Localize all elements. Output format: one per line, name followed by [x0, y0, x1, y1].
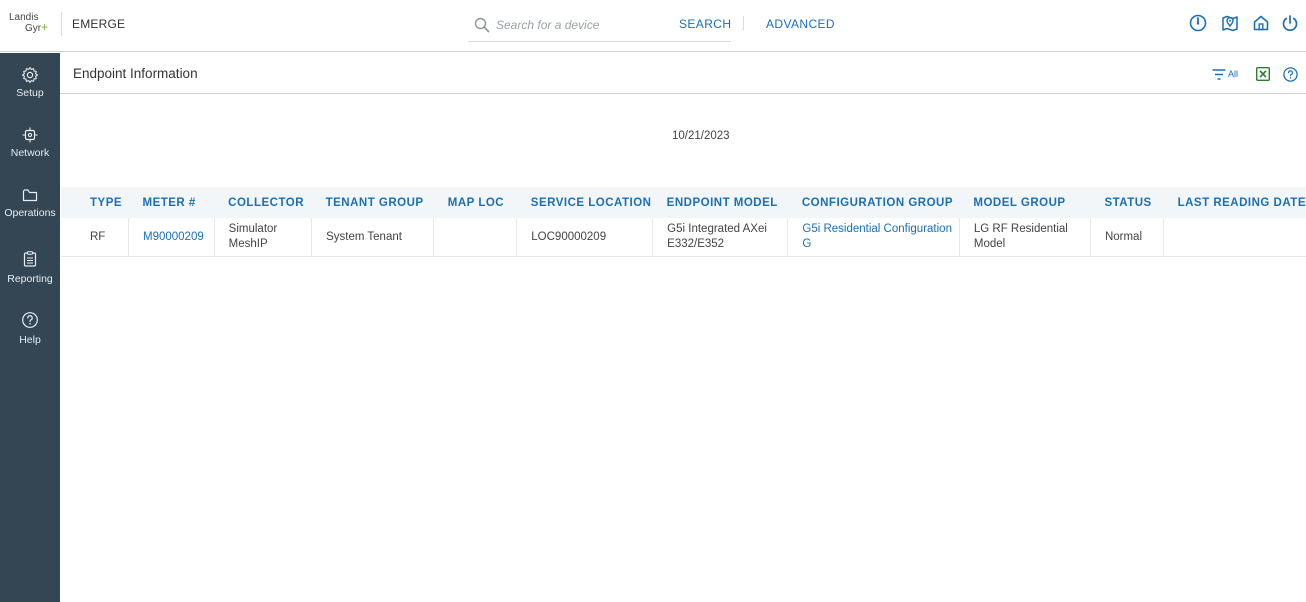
cell-collector: Simulator MeshIP — [214, 218, 313, 257]
header-separator — [743, 16, 744, 30]
search-icon — [474, 17, 490, 33]
logo-plus: + — [41, 20, 49, 34]
column-header-tenant-group[interactable]: TENANT GROUP — [311, 187, 434, 218]
sidebar-item-operations[interactable]: Operations — [0, 175, 60, 235]
cell-endpoint-model: G5i Integrated AXei E332/E352 — [652, 218, 789, 257]
landis-gyr-logo[interactable]: Landis Gyr+ — [8, 12, 52, 38]
power-icon[interactable] — [1280, 13, 1300, 33]
app-name: EMERGE — [72, 17, 126, 31]
column-header-endpoint-model[interactable]: ENDPOINT MODEL — [652, 187, 788, 218]
column-header-service-location[interactable]: SERVICE LOCATION — [516, 187, 653, 218]
column-header-status[interactable]: STATUS — [1090, 187, 1164, 218]
filter-label: All — [1228, 69, 1239, 79]
cell-model-group: LG RF Residential Model — [959, 218, 1091, 257]
search-button[interactable]: SEARCH — [679, 17, 731, 31]
folder-icon — [22, 189, 38, 202]
sidebar-label-setup: Setup — [16, 87, 44, 99]
dashboard-gauge-icon[interactable] — [1188, 13, 1208, 33]
column-header-collector[interactable]: COLLECTOR — [214, 187, 312, 218]
column-header-configuration-group[interactable]: CONFIGURATION GROUP — [787, 187, 960, 218]
logo-line2: Gyr — [25, 23, 42, 34]
question-circle-icon — [22, 312, 38, 328]
help-icon[interactable] — [1283, 67, 1298, 82]
gear-icon — [21, 66, 39, 84]
sidebar: Setup Network Operations Reporting Help — [0, 53, 60, 602]
sidebar-label-help: Help — [19, 334, 41, 346]
cell-map-loc — [433, 218, 518, 257]
column-header-type[interactable]: TYPE — [61, 187, 129, 218]
cell-configuration-group-link[interactable]: G5i Residential Configuration G — [787, 218, 960, 257]
map-pin-icon[interactable] — [1220, 13, 1240, 33]
page-title-bar: Endpoint Information All — [60, 53, 1306, 94]
advanced-search-button[interactable]: ADVANCED — [766, 17, 835, 31]
filter-icon — [1212, 69, 1226, 80]
cell-last-reading-date — [1163, 218, 1306, 257]
table-header-row: TYPE METER # COLLECTOR TENANT GROUP MAP … — [61, 187, 1306, 218]
sidebar-item-reporting[interactable]: Reporting — [0, 241, 60, 301]
cell-service-location: LOC90000209 — [516, 218, 654, 257]
column-header-model-group[interactable]: MODEL GROUP — [959, 187, 1091, 218]
home-icon[interactable] — [1251, 13, 1271, 33]
sidebar-item-setup[interactable]: Setup — [0, 55, 60, 115]
sidebar-item-network[interactable]: Network — [0, 115, 60, 175]
excel-export-icon[interactable] — [1256, 67, 1270, 81]
top-header: Landis Gyr+ EMERGE SEARCH ADVANCED — [0, 0, 1306, 52]
column-header-map-loc[interactable]: MAP LOC — [433, 187, 517, 218]
cell-status: Normal — [1090, 218, 1165, 257]
sidebar-label-reporting: Reporting — [7, 273, 53, 285]
logo-divider — [61, 12, 62, 36]
column-header-last-reading-date[interactable]: LAST READING DATE — [1163, 187, 1306, 218]
search-input[interactable] — [496, 16, 666, 34]
page-title: Endpoint Information — [73, 66, 198, 81]
sidebar-label-network: Network — [10, 147, 50, 159]
cell-tenant-group: System Tenant — [311, 218, 435, 257]
cell-type: RF — [61, 218, 129, 257]
network-icon — [22, 127, 38, 143]
endpoint-table: TYPE METER # COLLECTOR TENANT GROUP MAP … — [61, 187, 1306, 257]
sidebar-label-operations: Operations — [4, 207, 56, 219]
sidebar-item-help[interactable]: Help — [0, 302, 60, 362]
column-header-meter[interactable]: METER # — [128, 187, 215, 218]
clipboard-icon — [23, 251, 37, 267]
table-row[interactable]: RF M90000209 Simulator MeshIP System Ten… — [61, 218, 1306, 257]
report-date: 10/21/2023 — [672, 130, 730, 142]
cell-meter-link[interactable]: M90000209 — [128, 218, 215, 257]
